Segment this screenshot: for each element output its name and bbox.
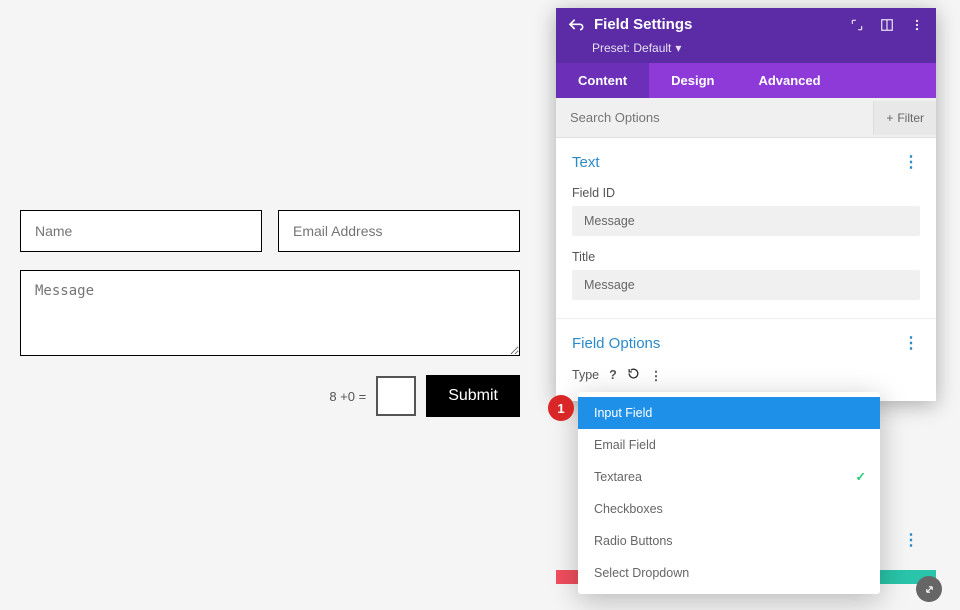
panel-body: Text ⋮ Field ID Title Field Options ⋮ Ty…: [556, 138, 936, 401]
message-field[interactable]: [20, 270, 520, 356]
field-options-section: Field Options ⋮ Type ? ⋮: [556, 319, 936, 401]
check-icon: ✓: [856, 469, 866, 484]
expand-icon[interactable]: [850, 18, 864, 32]
settings-panel: Field Settings Preset: Default ▾ Content…: [556, 8, 936, 401]
field-options-title[interactable]: Field Options: [572, 335, 660, 352]
search-input[interactable]: [556, 98, 873, 137]
reset-icon[interactable]: [627, 367, 640, 383]
email-field[interactable]: [278, 210, 520, 252]
tab-advanced[interactable]: Advanced: [736, 63, 842, 98]
option-select-dropdown[interactable]: Select Dropdown: [578, 557, 880, 589]
help-icon[interactable]: ?: [609, 368, 617, 382]
preset-selector[interactable]: Preset: Default ▾: [556, 41, 936, 63]
name-field[interactable]: [20, 210, 262, 252]
chevron-down-icon: ▾: [675, 41, 681, 55]
field-id-label: Field ID: [572, 186, 920, 200]
search-bar: + Filter: [556, 98, 936, 138]
step-marker: 1: [548, 395, 574, 421]
more-icon[interactable]: [910, 18, 924, 32]
plus-icon: +: [886, 111, 893, 125]
submit-button[interactable]: Submit: [426, 375, 520, 417]
panel-header: Field Settings Preset: Default ▾ Content…: [556, 8, 936, 98]
option-email-field[interactable]: Email Field: [578, 429, 880, 461]
tab-design[interactable]: Design: [649, 63, 736, 98]
panel-title: Field Settings: [594, 16, 840, 33]
option-radio-buttons[interactable]: Radio Buttons: [578, 525, 880, 557]
lower-section-menu-icon[interactable]: ⋮: [903, 530, 920, 550]
option-input-field[interactable]: Input Field: [578, 397, 880, 429]
field-id-input[interactable]: [572, 206, 920, 236]
tab-content[interactable]: Content: [556, 63, 649, 98]
type-more-icon[interactable]: ⋮: [650, 368, 663, 383]
type-label: Type: [572, 368, 599, 382]
type-dropdown: Input Field Email Field Textarea ✓ Check…: [578, 392, 880, 594]
captcha-input[interactable]: [376, 376, 416, 416]
text-section-menu-icon[interactable]: ⋮: [903, 152, 920, 172]
form-preview: 8 +0 = Submit: [0, 0, 540, 610]
text-section-title[interactable]: Text: [572, 154, 600, 171]
option-textarea[interactable]: Textarea ✓: [578, 461, 880, 493]
resize-handle[interactable]: [916, 576, 942, 602]
tabs: Content Design Advanced: [556, 63, 936, 98]
grid-icon[interactable]: [880, 18, 894, 32]
title-input[interactable]: [572, 270, 920, 300]
title-label: Title: [572, 250, 920, 264]
captcha-label: 8 +0 =: [329, 389, 366, 404]
field-options-menu-icon[interactable]: ⋮: [903, 333, 920, 353]
filter-button[interactable]: + Filter: [873, 101, 936, 135]
back-icon[interactable]: [568, 17, 584, 33]
text-section: Text ⋮ Field ID Title: [556, 138, 936, 319]
option-checkboxes[interactable]: Checkboxes: [578, 493, 880, 525]
